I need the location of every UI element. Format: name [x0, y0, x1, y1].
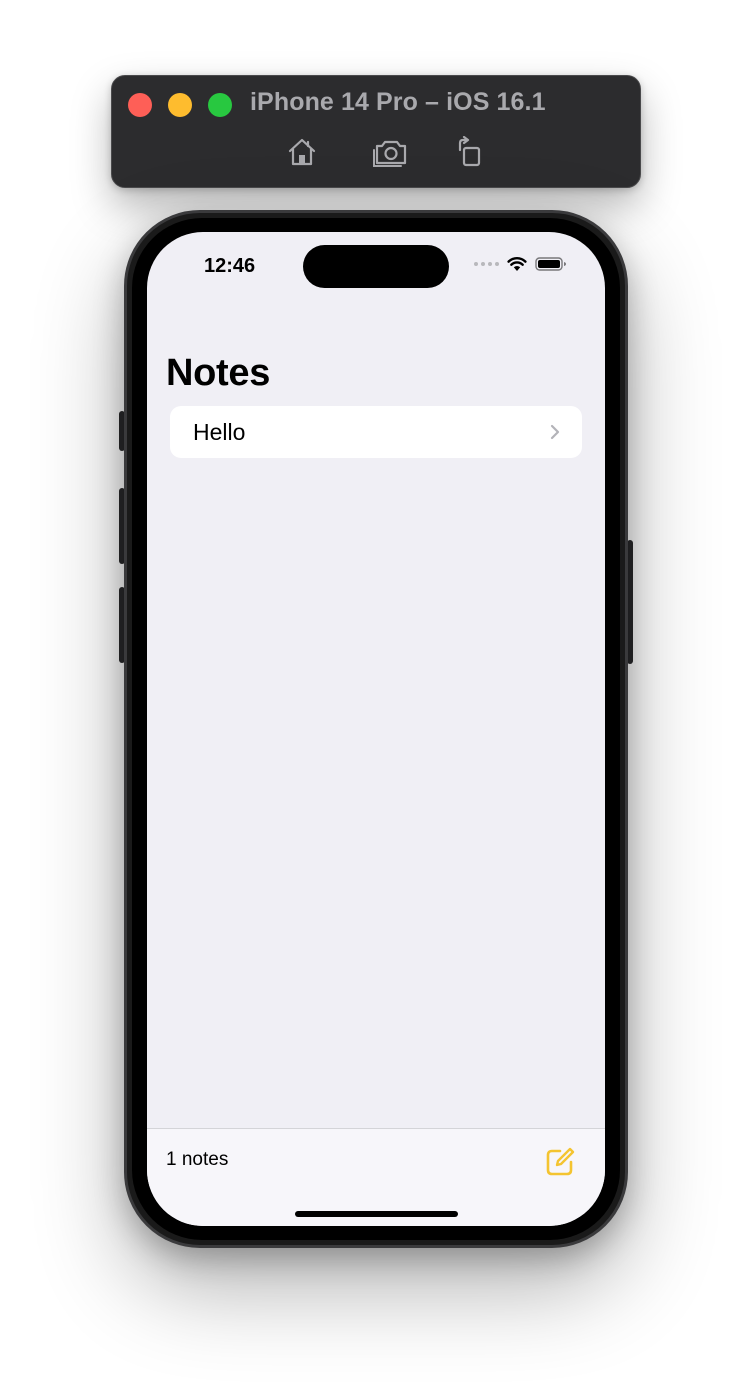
device-screen: 12:46 Notes Hello 1 notes: [147, 232, 605, 1226]
rotate-button[interactable]: [449, 134, 489, 170]
note-list-item[interactable]: Hello: [170, 406, 582, 458]
status-time: 12:46: [204, 255, 256, 277]
dynamic-island: [303, 245, 449, 288]
simulator-toolbar: iPhone 14 Pro – iOS 16.1: [111, 75, 641, 188]
bottom-toolbar: 1 notes: [147, 1128, 605, 1226]
status-icons: [474, 256, 567, 272]
compose-button[interactable]: [543, 1145, 577, 1179]
zoom-button[interactable]: [208, 93, 232, 117]
rotate-icon: [458, 136, 481, 167]
signal-dots-icon: [474, 262, 499, 266]
chevron-right-icon: [550, 424, 560, 440]
note-title: Hello: [193, 418, 246, 445]
screenshot-button[interactable]: [371, 134, 411, 170]
wifi-icon: [507, 257, 527, 271]
notes-count: 1 notes: [166, 1149, 229, 1170]
page-title: Notes: [166, 352, 271, 394]
compose-icon: [546, 1147, 575, 1176]
home-indicator[interactable]: [295, 1211, 458, 1217]
simulator-title: iPhone 14 Pro – iOS 16.1: [250, 88, 546, 116]
minimize-button[interactable]: [168, 93, 192, 117]
home-icon: [288, 138, 316, 166]
close-button[interactable]: [128, 93, 152, 117]
battery-icon: [535, 257, 566, 271]
home-button[interactable]: [282, 134, 322, 170]
camera-icon: [373, 140, 407, 167]
